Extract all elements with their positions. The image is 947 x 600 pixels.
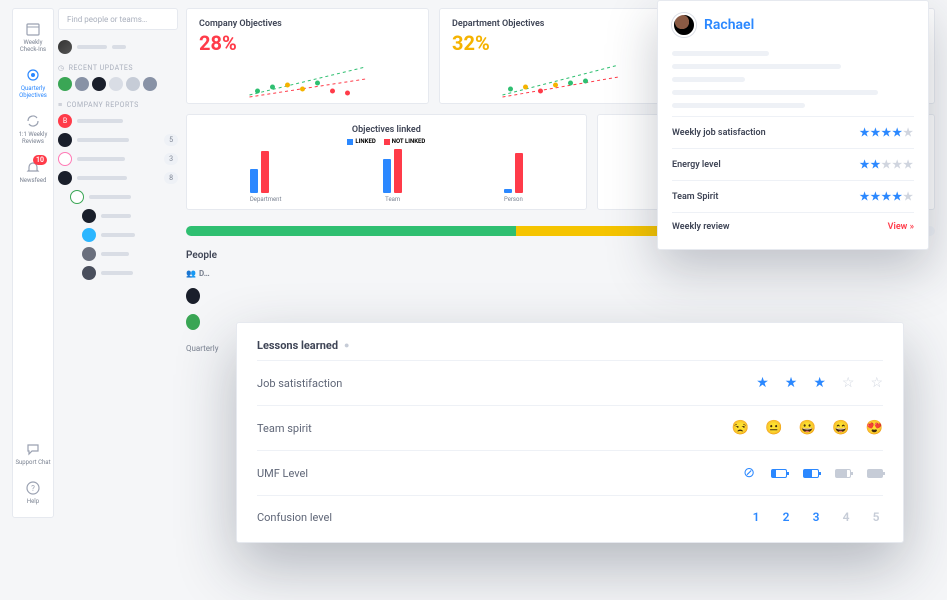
star-rating: ★★★★★ <box>860 126 914 139</box>
nav-label: Newsfeed <box>20 177 47 184</box>
user-name[interactable]: Rachael <box>704 17 754 33</box>
report-child-row[interactable] <box>70 190 178 204</box>
report-row[interactable]: 3 <box>58 152 178 166</box>
svg-text:?: ? <box>31 484 35 493</box>
nav-newsfeed[interactable]: 10 Newsfeed <box>14 153 52 190</box>
star-rating: ★★★★★ <box>860 190 914 203</box>
metric-row: Weekly job satisfaction ★★★★★ <box>672 116 914 148</box>
nav-label: Quarterly Objectives <box>14 85 52 99</box>
nav-support-chat[interactable]: Support Chat <box>14 435 52 472</box>
row-label: Team spirit <box>257 422 312 435</box>
report-row[interactable]: B <box>58 114 178 128</box>
number-rating-input[interactable]: 1 2 3 4 5 <box>749 510 883 524</box>
report-child-row[interactable] <box>82 247 178 261</box>
company-objectives-card[interactable]: Company Objectives 28% <box>186 8 429 104</box>
user-popover: Rachael Weekly job satisfaction ★★★★★ En… <box>657 0 929 250</box>
current-user-row[interactable] <box>58 40 178 54</box>
lessons-learned-panel: Lessons learned● Job satistifaction ★★★☆… <box>236 322 904 543</box>
people-tabs: 👥 D… <box>186 269 935 278</box>
card-title: Department Objectives <box>452 19 669 29</box>
avatar <box>672 13 696 37</box>
calendar-icon <box>25 21 41 37</box>
legend: LINKED NOT LINKED <box>199 138 574 145</box>
nav-11-reviews[interactable]: 1:1 Weekly Reviews <box>14 107 52 151</box>
objectives-linked-card: Objectives linked LINKED NOT LINKED Depa… <box>186 114 587 210</box>
emoji-rating-input[interactable]: 😒😐😀😄😍 <box>732 420 883 436</box>
view-link[interactable]: View » <box>888 222 914 232</box>
sparkline <box>199 61 416 101</box>
row-label: Job satistifaction <box>257 377 342 390</box>
lesson-row-umf: UMF Level ⊘ <box>257 450 883 495</box>
nav-quarterly-objectives[interactable]: Quarterly Objectives <box>14 61 52 105</box>
panel-title: Lessons learned● <box>257 339 883 352</box>
left-nav-rail: Weekly Check-Ins Quarterly Objectives 1:… <box>12 8 54 518</box>
card-percent: 28% <box>199 31 416 55</box>
tab-item[interactable]: 👥 D… <box>186 269 210 278</box>
sparkline <box>452 61 669 101</box>
notification-badge: 10 <box>33 155 47 165</box>
department-objectives-card[interactable]: Department Objectives 32% <box>439 8 682 104</box>
row-label: UMF Level <box>257 467 308 480</box>
report-child-row[interactable] <box>82 209 178 223</box>
metric-label: Weekly job satisfaction <box>672 128 766 138</box>
sidebar: Find people or teams… ◷RECENT UPDATES ≡C… <box>58 8 178 285</box>
report-row[interactable]: 8 <box>58 171 178 185</box>
metric-row: Team Spirit ★★★★★ <box>672 180 914 212</box>
info-icon[interactable]: ● <box>344 340 349 351</box>
lesson-row-job: Job satistifaction ★★★☆☆ <box>257 360 883 405</box>
nav-weekly-checkins[interactable]: Weekly Check-Ins <box>14 15 52 59</box>
chat-icon <box>25 441 41 457</box>
section-company-reports: ≡COMPANY REPORTS <box>58 101 178 109</box>
nav-label: Weekly Check-Ins <box>14 39 52 53</box>
lesson-row-team: Team spirit 😒😐😀😄😍 <box>257 405 883 450</box>
loop-icon <box>25 113 41 129</box>
help-icon: ? <box>25 480 41 496</box>
clock-icon: ◷ <box>58 64 65 72</box>
search-placeholder: Find people or teams… <box>67 15 147 24</box>
nav-label: 1:1 Weekly Reviews <box>14 131 52 145</box>
nav-help[interactable]: ? Help <box>14 474 52 511</box>
card-percent: 32% <box>452 31 669 55</box>
list-icon: ≡ <box>58 101 63 109</box>
report-child-row[interactable] <box>82 266 178 280</box>
recent-avatars[interactable] <box>58 77 178 91</box>
metric-row: Energy level ★★★★★ <box>672 148 914 180</box>
people-row[interactable] <box>186 288 935 304</box>
search-input[interactable]: Find people or teams… <box>58 8 178 30</box>
report-row[interactable]: 5 <box>58 133 178 147</box>
report-child-row[interactable] <box>82 228 178 242</box>
card-title: Company Objectives <box>199 19 416 29</box>
row-label: Confusion level <box>257 511 332 524</box>
nav-label: Help <box>27 498 39 505</box>
review-label: Weekly review <box>672 222 730 232</box>
lesson-row-confusion: Confusion level 1 2 3 4 5 <box>257 495 883 538</box>
star-rating: ★★★★★ <box>860 158 914 171</box>
metric-label: Energy level <box>672 160 721 170</box>
nav-label: Support Chat <box>15 459 50 466</box>
review-row: Weekly review View » <box>672 212 914 241</box>
bar-chart: Department Team Person <box>199 151 574 203</box>
battery-rating-input[interactable]: ⊘ <box>743 465 883 481</box>
star-rating-input[interactable]: ★★★☆☆ <box>756 375 883 391</box>
people-heading: People <box>186 250 935 261</box>
metric-label: Team Spirit <box>672 192 718 202</box>
section-recent-updates: ◷RECENT UPDATES <box>58 64 178 72</box>
card-title: Objectives linked <box>199 125 574 135</box>
target-icon <box>25 67 41 83</box>
